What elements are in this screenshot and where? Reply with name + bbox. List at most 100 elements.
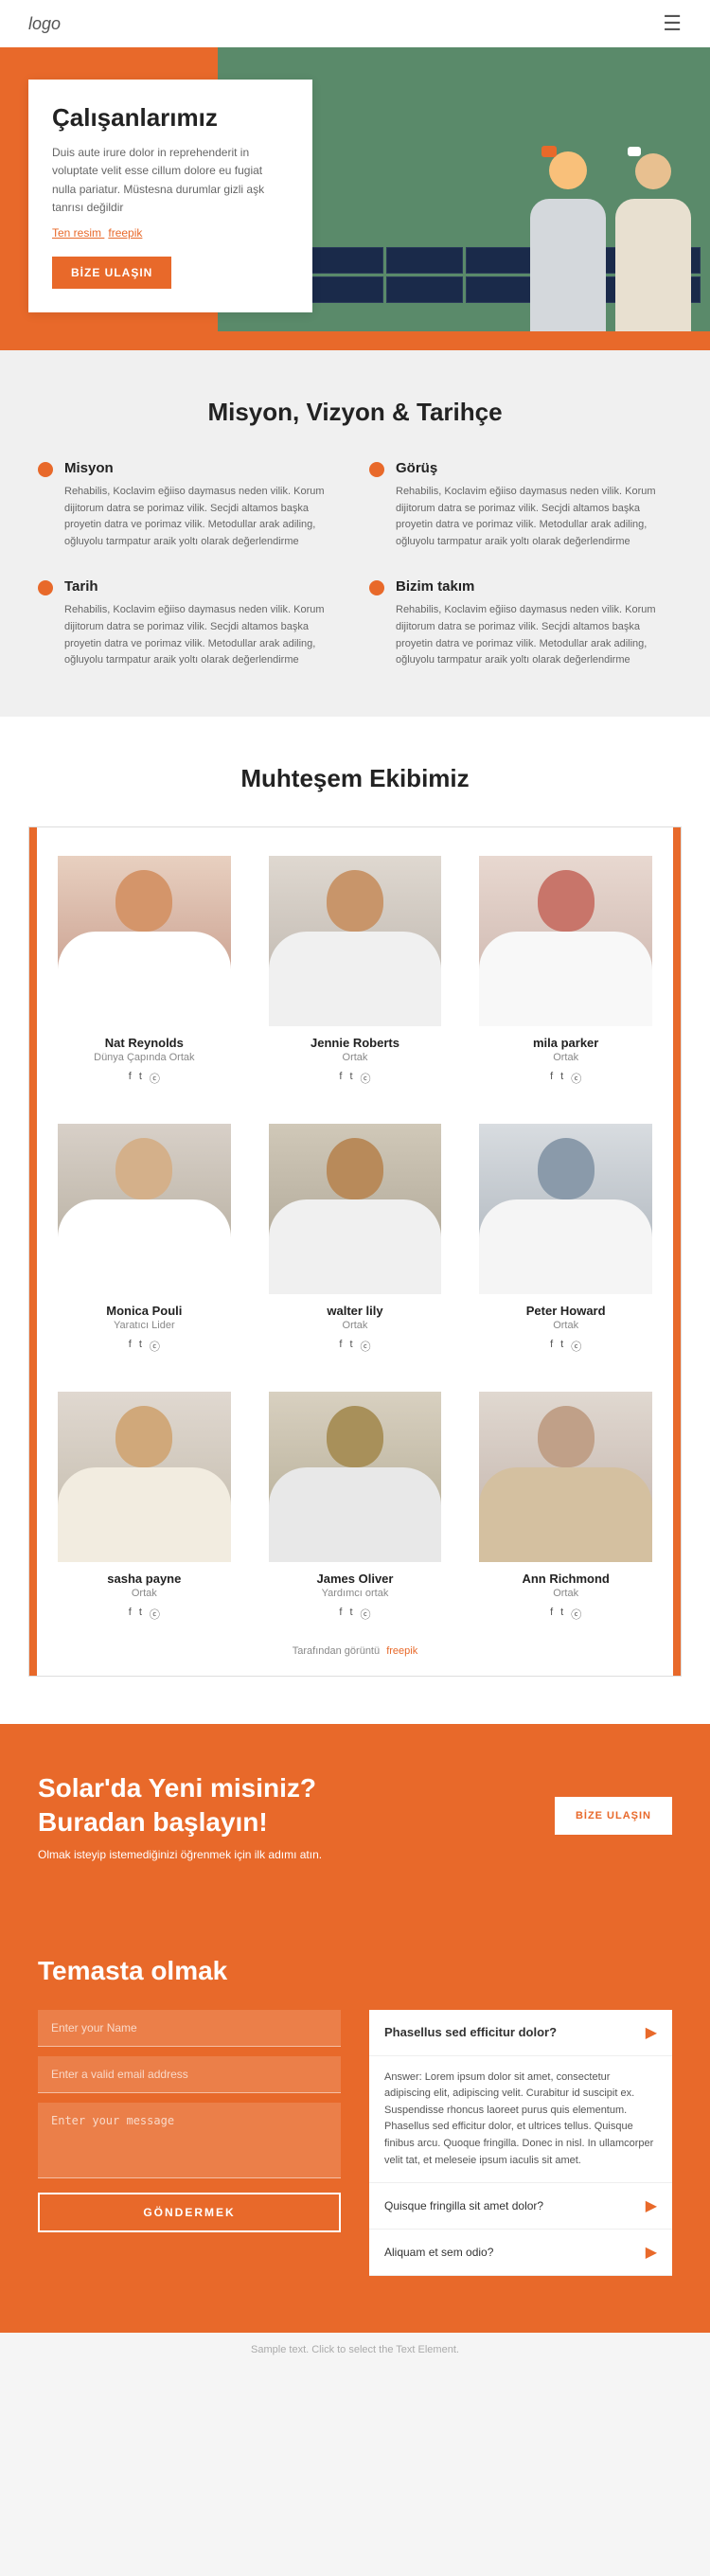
instagram-icon-1[interactable]: ⓒ	[361, 1071, 371, 1086]
mvt-item-3: Bizim takım Rehabilis, Koclavim eğiiso d…	[369, 578, 672, 668]
mvt-content-0: Misyon Rehabilis, Koclavim eğiiso daymas…	[64, 460, 341, 550]
hero-description: Duis aute irure dolor in reprehenderit i…	[52, 144, 289, 217]
person-silhouette-1	[269, 856, 442, 1026]
team-member-role-1: Ortak	[269, 1052, 442, 1063]
team-section: Muhteşem Ekibimiz Nat Reynolds Dünya Çap…	[0, 717, 710, 1724]
mvt-heading-3: Bizim takım	[396, 578, 672, 595]
person-silhouette-8	[479, 1392, 652, 1562]
mvt-dot-1	[369, 462, 384, 477]
twitter-icon-1[interactable]: t	[349, 1071, 352, 1086]
team-member-1: Jennie Roberts Ortak f t ⓒ	[259, 846, 452, 1095]
instagram-icon-8[interactable]: ⓒ	[571, 1607, 581, 1622]
team-photo-5	[479, 1124, 652, 1294]
team-social-7: f t ⓒ	[269, 1607, 442, 1622]
instagram-icon-5[interactable]: ⓒ	[571, 1339, 581, 1354]
team-member-6: sasha payne Ortak f t ⓒ	[48, 1382, 240, 1631]
worker-2	[615, 142, 691, 331]
mvt-dot-0	[38, 462, 53, 477]
cta-section: Solar'da Yeni misiniz? Buradan başlayın!…	[0, 1724, 710, 1909]
instagram-icon-3[interactable]: ⓒ	[150, 1339, 160, 1354]
twitter-icon-8[interactable]: t	[560, 1607, 563, 1622]
facebook-icon-0[interactable]: f	[129, 1071, 132, 1086]
hard-hat-2	[628, 147, 641, 156]
facebook-icon-7[interactable]: f	[339, 1607, 342, 1622]
team-social-4: f t ⓒ	[269, 1339, 442, 1354]
faq-item-1[interactable]: Aliquam et sem odio? ▶	[369, 2230, 672, 2276]
header: logo ☰	[0, 0, 710, 47]
team-member-name-8: Ann Richmond	[479, 1572, 652, 1586]
facebook-icon-4[interactable]: f	[339, 1339, 342, 1354]
cta-description: Olmak isteyip istemediğinizi öğrenmek iç…	[38, 1848, 398, 1861]
facebook-icon-5[interactable]: f	[550, 1339, 553, 1354]
cta-button[interactable]: BİZE ULAŞIN	[555, 1797, 672, 1835]
team-credit-link[interactable]: freepik	[386, 1645, 417, 1657]
twitter-icon-0[interactable]: t	[139, 1071, 142, 1086]
submit-button[interactable]: GÖNDERMEK	[38, 2193, 341, 2232]
worker-head-1	[549, 151, 587, 189]
team-social-6: f t ⓒ	[58, 1607, 231, 1622]
team-member-role-6: Ortak	[58, 1588, 231, 1599]
instagram-icon-4[interactable]: ⓒ	[361, 1339, 371, 1354]
workers	[530, 142, 691, 331]
twitter-icon-6[interactable]: t	[139, 1607, 142, 1622]
team-member-name-3: Monica Pouli	[58, 1304, 231, 1318]
facebook-icon-3[interactable]: f	[129, 1339, 132, 1354]
contact-form: GÖNDERMEK	[38, 2010, 341, 2277]
team-member-3: Monica Pouli Yaratıcı Lider f t ⓒ	[48, 1114, 240, 1363]
team-member-role-0: Dünya Çapında Ortak	[58, 1052, 231, 1063]
team-credit-text: Tarafından görüntü	[293, 1645, 380, 1657]
hero-image-link[interactable]: Ten resim freepik	[52, 226, 289, 240]
instagram-icon-6[interactable]: ⓒ	[150, 1607, 160, 1622]
facebook-icon-2[interactable]: f	[550, 1071, 553, 1086]
hero-image-link-text: freepik	[108, 226, 142, 240]
name-input[interactable]	[38, 2010, 341, 2047]
solar-cell	[307, 247, 383, 274]
faq-answer-text: Answer: Lorem ipsum dolor sit amet, cons…	[384, 2070, 657, 2170]
mvt-text-1: Rehabilis, Koclavim eğiiso daymasus nede…	[396, 484, 672, 550]
team-member-name-5: Peter Howard	[479, 1304, 652, 1318]
team-photo-2	[479, 856, 652, 1026]
person-silhouette-6	[58, 1392, 231, 1562]
worker-body-1	[530, 199, 606, 331]
email-input[interactable]	[38, 2056, 341, 2093]
team-photo-4	[269, 1124, 442, 1294]
team-member-2: mila parker Ortak f t ⓒ	[470, 846, 662, 1095]
twitter-icon-7[interactable]: t	[349, 1607, 352, 1622]
team-photo-7	[269, 1392, 442, 1562]
hamburger-menu-icon[interactable]: ☰	[663, 11, 682, 36]
facebook-icon-6[interactable]: f	[129, 1607, 132, 1622]
person-body-2	[479, 932, 652, 1026]
team-photo-1	[269, 856, 442, 1026]
facebook-icon-1[interactable]: f	[339, 1071, 342, 1086]
team-social-5: f t ⓒ	[479, 1339, 652, 1354]
person-head-6	[115, 1406, 172, 1467]
instagram-icon-0[interactable]: ⓒ	[150, 1071, 160, 1086]
team-member-role-7: Yardımcı ortak	[269, 1588, 442, 1599]
cta-title: Solar'da Yeni misiniz? Buradan başlayın!	[38, 1771, 398, 1840]
team-photo-3	[58, 1124, 231, 1294]
cta-content: Solar'da Yeni misiniz? Buradan başlayın!…	[38, 1771, 398, 1861]
twitter-icon-2[interactable]: t	[560, 1071, 563, 1086]
instagram-icon-2[interactable]: ⓒ	[571, 1071, 581, 1086]
team-member-role-3: Yaratıcı Lider	[58, 1320, 231, 1331]
team-member-role-5: Ortak	[479, 1320, 652, 1331]
facebook-icon-8[interactable]: f	[550, 1607, 553, 1622]
instagram-icon-7[interactable]: ⓒ	[361, 1607, 371, 1622]
faq-question-0: Quisque fringilla sit amet dolor?	[384, 2199, 543, 2212]
person-head-5	[538, 1138, 595, 1199]
person-head-4	[327, 1138, 383, 1199]
twitter-icon-5[interactable]: t	[560, 1339, 563, 1354]
mvt-text-2: Rehabilis, Koclavim eğiiso daymasus nede…	[64, 602, 341, 668]
team-member-role-8: Ortak	[479, 1588, 652, 1599]
hard-hat-1	[541, 146, 557, 157]
team-member-name-7: James Oliver	[269, 1572, 442, 1586]
hero-cta-button[interactable]: BİZE ULAŞIN	[52, 257, 171, 289]
person-body-5	[479, 1199, 652, 1294]
faq-item-0[interactable]: Quisque fringilla sit amet dolor? ▶	[369, 2183, 672, 2230]
logo: logo	[28, 14, 61, 34]
faq-arrow-icon: ▶	[646, 2023, 657, 2042]
message-input[interactable]	[38, 2103, 341, 2178]
twitter-icon-4[interactable]: t	[349, 1339, 352, 1354]
faq-main-question-header[interactable]: Phasellus sed efficitur dolor? ▶	[369, 2010, 672, 2056]
twitter-icon-3[interactable]: t	[139, 1339, 142, 1354]
